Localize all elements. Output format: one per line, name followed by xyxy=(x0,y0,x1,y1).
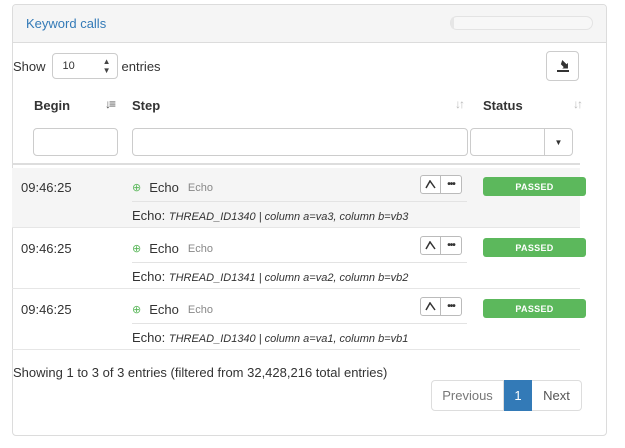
begin-cell: 09:46:25 xyxy=(21,302,72,317)
zoom-in-icon[interactable]: ⊕ xyxy=(132,303,141,316)
status-filter-select[interactable]: ▼ xyxy=(470,128,573,156)
panel-title[interactable]: Keyword calls xyxy=(26,16,106,31)
export-button[interactable] xyxy=(546,51,579,81)
status-filter-value xyxy=(471,129,544,155)
panel-heading: Keyword calls xyxy=(13,5,606,43)
page-length-select[interactable]: 10 ▲ ▼ xyxy=(51,53,118,79)
message-prefix: Echo: xyxy=(132,269,169,284)
begin-cell: 09:46:25 xyxy=(21,241,72,256)
log-message: Echo: THREAD_ID1340 | column a=va3, colu… xyxy=(132,208,408,223)
keyword-name[interactable]: Echo xyxy=(149,302,179,317)
sort-icon[interactable]: ↓↑ xyxy=(455,97,465,111)
status-badge: PASSED xyxy=(483,299,586,318)
table-row[interactable]: 09:46:25 ⊕ Echo Echo ••• PASSED Echo: TH… xyxy=(12,290,586,350)
table-header-divider xyxy=(12,163,580,165)
loading-progress-fill xyxy=(451,17,454,29)
keyword-cell: ⊕ Echo Echo xyxy=(132,241,213,256)
row-action-group: ••• xyxy=(420,297,462,316)
sort-desc-icon[interactable]: ↓≡ xyxy=(105,97,116,111)
row-action-group: ••• xyxy=(420,236,462,255)
begin-filter-input[interactable] xyxy=(33,128,118,156)
more-button[interactable]: ••• xyxy=(441,236,462,255)
length-menu: Show 10 ▲ ▼ entries xyxy=(13,53,161,79)
keyword-cell: ⊕ Echo Echo xyxy=(132,180,213,195)
begin-cell: 09:46:25 xyxy=(21,180,72,195)
graph-icon xyxy=(425,241,436,250)
message-args: THREAD_ID1341 | column a=va2, column b=v… xyxy=(168,272,409,284)
more-button[interactable]: ••• xyxy=(441,297,462,316)
loading-progress-bar xyxy=(450,16,593,30)
entries-label: entries xyxy=(121,58,161,74)
keyword-divider xyxy=(132,323,467,324)
graph-button[interactable] xyxy=(420,297,441,316)
message-prefix: Echo: xyxy=(132,330,169,345)
keyword-cell: ⊕ Echo Echo xyxy=(132,302,213,317)
current-page-button[interactable]: 1 xyxy=(504,380,532,411)
ellipsis-icon: ••• xyxy=(447,179,455,190)
graph-icon xyxy=(425,180,436,189)
zoom-in-icon[interactable]: ⊕ xyxy=(132,181,141,194)
log-message: Echo: THREAD_ID1341 | column a=va2, colu… xyxy=(132,269,408,284)
message-prefix: Echo: xyxy=(132,208,169,223)
next-page-button[interactable]: Next xyxy=(532,380,582,411)
keyword-divider xyxy=(132,201,467,202)
table-row[interactable]: 09:46:25 ⊕ Echo Echo ••• PASSED Echo: TH… xyxy=(12,168,586,228)
keyword-divider xyxy=(132,262,467,263)
message-args: THREAD_ID1340 | column a=va1, column b=v… xyxy=(168,333,409,345)
show-label: Show xyxy=(13,58,46,74)
column-header-step[interactable]: Step xyxy=(132,98,160,113)
ellipsis-icon: ••• xyxy=(447,240,455,251)
status-badge: PASSED xyxy=(483,177,586,196)
graph-icon xyxy=(425,302,436,311)
keyword-library: Echo xyxy=(187,242,213,255)
graph-button[interactable] xyxy=(420,175,441,194)
graph-button[interactable] xyxy=(420,236,441,255)
keyword-name[interactable]: Echo xyxy=(149,241,179,256)
message-args: THREAD_ID1340 | column a=va3, column b=v… xyxy=(168,211,409,223)
column-header-begin[interactable]: Begin xyxy=(34,98,70,113)
row-action-group: ••• xyxy=(420,175,462,194)
status-badge: PASSED xyxy=(483,238,586,257)
step-filter-input[interactable] xyxy=(132,128,468,156)
page-length-value: 10 xyxy=(62,60,75,72)
keyword-library: Echo xyxy=(187,181,213,194)
previous-page-button[interactable]: Previous xyxy=(431,380,504,411)
keyword-library: Echo xyxy=(187,303,213,316)
export-icon xyxy=(556,60,569,72)
pagination: Previous 1 Next xyxy=(431,380,582,411)
ellipsis-icon: ••• xyxy=(447,301,455,312)
column-header-status[interactable]: Status xyxy=(483,98,523,113)
log-message: Echo: THREAD_ID1340 | column a=va1, colu… xyxy=(132,330,408,345)
table-info: Showing 1 to 3 of 3 entries (filtered fr… xyxy=(13,365,388,380)
caret-down-icon[interactable]: ▼ xyxy=(544,129,572,155)
keyword-name[interactable]: Echo xyxy=(149,180,179,195)
more-button[interactable]: ••• xyxy=(441,175,462,194)
table-row[interactable]: 09:46:25 ⊕ Echo Echo ••• PASSED Echo: TH… xyxy=(12,229,586,289)
zoom-in-icon[interactable]: ⊕ xyxy=(132,242,141,255)
select-arrows-icon: ▲ ▼ xyxy=(102,57,111,75)
sort-icon[interactable]: ↓↑ xyxy=(573,97,583,111)
